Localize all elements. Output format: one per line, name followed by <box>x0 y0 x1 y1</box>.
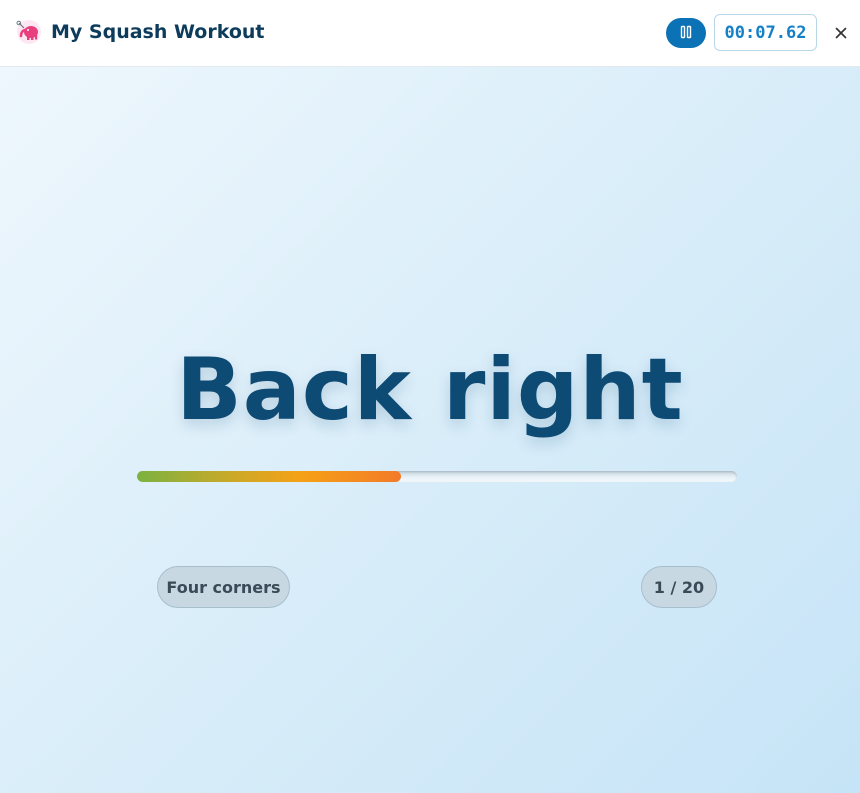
pause-button[interactable] <box>666 18 706 48</box>
workout-panel: Back right Four corners 1 / 20 <box>0 67 860 793</box>
app-title: My Squash Workout <box>51 21 265 43</box>
elephant-logo-icon <box>16 19 42 45</box>
close-icon <box>835 24 847 43</box>
close-button[interactable] <box>831 23 851 43</box>
drill-progress-bar <box>137 471 737 482</box>
routine-name-badge: Four corners <box>157 566 290 608</box>
pause-icon <box>680 24 692 43</box>
drill-progress-fill <box>137 471 401 482</box>
header-bar: My Squash Workout 00:07.62 <box>0 0 860 67</box>
drill-counter-badge: 1 / 20 <box>641 566 717 608</box>
elapsed-timer: 00:07.62 <box>714 14 817 51</box>
drill-name: Back right <box>176 340 684 440</box>
